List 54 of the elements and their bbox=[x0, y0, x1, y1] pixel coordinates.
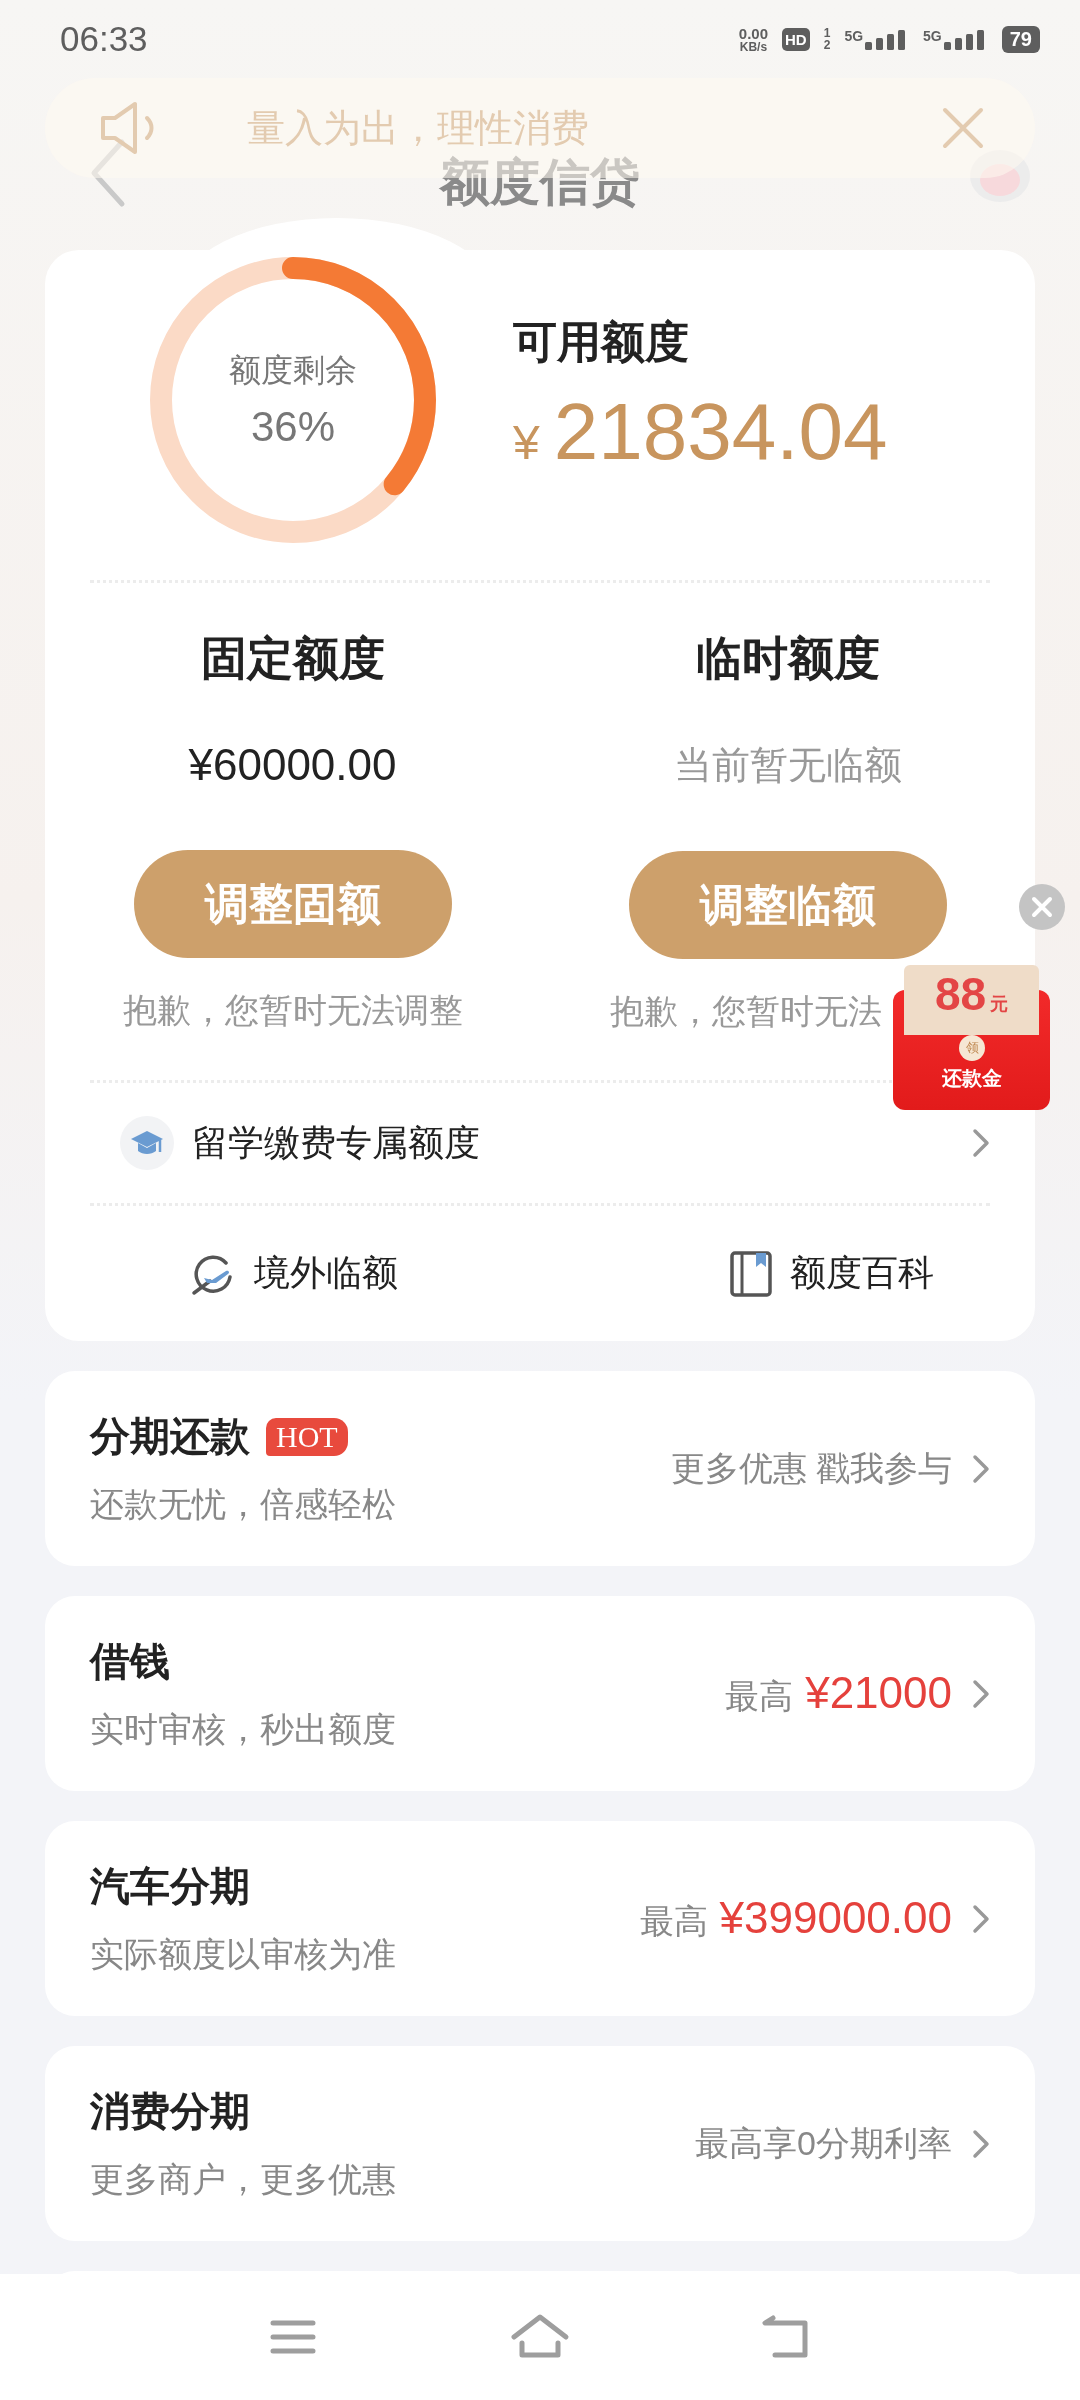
product-card[interactable]: 借钱 实时审核，秒出额度 最高 ¥21000 bbox=[45, 1596, 1035, 1791]
product-card[interactable]: 汽车分期 实际额度以审核为准 最高 ¥399000.00 bbox=[45, 1821, 1035, 2016]
quota-title: 临时额度 bbox=[695, 631, 880, 686]
chevron-right-icon bbox=[972, 1903, 990, 1934]
adjust-note: 抱歉，您暂时无法 bbox=[610, 991, 882, 1032]
max-amount: ¥21000 bbox=[805, 1667, 952, 1718]
quota-hint: 当前暂无临额 bbox=[673, 743, 902, 788]
ring-percent: 36% bbox=[250, 403, 336, 451]
product-card[interactable]: 消费分期 更多商户，更多优惠 最高享0分期利率 bbox=[45, 2046, 1035, 2241]
available-amount: 21834.04 bbox=[553, 385, 888, 478]
currency-symbol: ¥ bbox=[513, 414, 540, 470]
product-subtitle: 还款无忧，倍感轻松 bbox=[90, 1484, 397, 1525]
network-type: 5G bbox=[844, 28, 864, 44]
shortcut-link[interactable]: 额度百科 bbox=[540, 1206, 1035, 1341]
home-icon bbox=[510, 2313, 570, 2361]
max-amount: ¥399000.00 bbox=[719, 1892, 952, 1943]
product-note: 更多优惠 戳我参与 bbox=[670, 1447, 952, 1489]
battery-indicator: 79 bbox=[1001, 25, 1040, 53]
product-title: 消费分期 bbox=[90, 2088, 250, 2135]
product-note: 最高 bbox=[639, 1900, 708, 1942]
product-title: 汽车分期 bbox=[90, 1863, 250, 1910]
network-speed: 0.00 bbox=[738, 25, 768, 41]
chevron-right-icon bbox=[972, 2128, 990, 2159]
shortcut-link[interactable]: 境外临额 bbox=[45, 1206, 540, 1341]
close-button[interactable] bbox=[1019, 884, 1065, 930]
product-subtitle: 实际额度以审核为准 bbox=[90, 1934, 397, 1975]
study-quota-label: 留学缴费专属额度 bbox=[192, 1120, 481, 1165]
chevron-right-icon bbox=[972, 1128, 990, 1158]
quota-amount: ¥60000.00 bbox=[188, 740, 397, 790]
banner-text: 量入为出，理性消费 bbox=[247, 105, 590, 151]
close-icon[interactable] bbox=[941, 106, 985, 150]
product-card[interactable]: 分期还款 HOT 还款无忧，倍感轻松 更多优惠 戳我参与 bbox=[45, 1371, 1035, 1566]
chevron-right-icon bbox=[972, 1453, 990, 1484]
network-speed-unit: KB/s bbox=[739, 40, 768, 53]
sim-slot-label: 1 bbox=[823, 27, 831, 39]
page-title: 额度信贷 bbox=[440, 152, 640, 212]
chevron-right-icon bbox=[972, 1678, 990, 1709]
product-note: 最高 bbox=[725, 1675, 794, 1717]
product-title: 分期还款 bbox=[90, 1413, 250, 1460]
quota-title: 固定额度 bbox=[200, 631, 385, 686]
status-time: 06:33 bbox=[60, 19, 148, 59]
product-title: 借钱 bbox=[90, 1638, 170, 1685]
close-icon bbox=[1031, 896, 1053, 918]
product-subtitle: 实时审核，秒出额度 bbox=[90, 1709, 397, 1750]
network-type: 5G bbox=[923, 28, 942, 44]
book-icon bbox=[730, 1250, 772, 1297]
product-subtitle: 更多商户，更多优惠 bbox=[90, 2159, 397, 2200]
available-label: 可用额度 bbox=[513, 315, 690, 368]
ring-label: 额度剩余 bbox=[229, 351, 357, 390]
product-note: 最高享0分期利率 bbox=[695, 2122, 952, 2164]
sim-slot-label: 2 bbox=[823, 39, 831, 51]
hd-indicator: HD bbox=[782, 27, 810, 51]
hot-tag: HOT bbox=[266, 1417, 348, 1456]
adjust-note: 抱歉，您暂时无法调整 bbox=[122, 990, 463, 1031]
